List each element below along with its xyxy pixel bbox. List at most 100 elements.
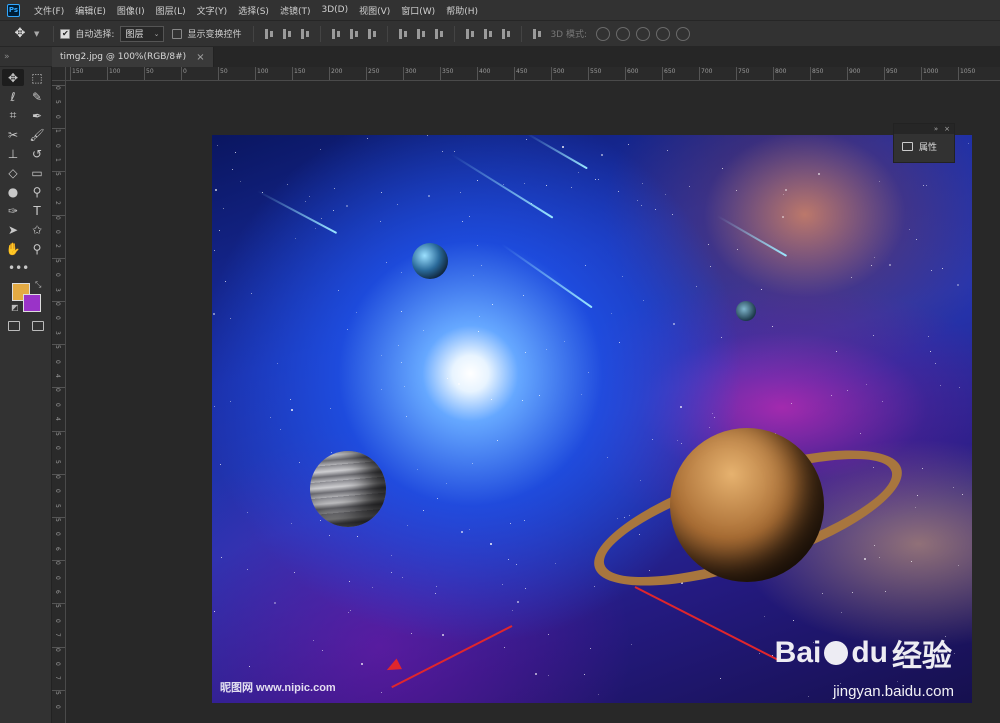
document-tab[interactable]: timg2.jpg @ 100%(RGB/8#) × bbox=[52, 47, 214, 67]
star bbox=[841, 612, 842, 613]
align-top-icon[interactable] bbox=[262, 27, 276, 41]
eyedropper-tool-icon[interactable]: ✒ bbox=[26, 107, 48, 124]
distribute-hcenter-icon[interactable] bbox=[481, 27, 495, 41]
menu-select[interactable]: 选择(S) bbox=[238, 4, 269, 17]
move-tool-preset-icon[interactable]: ✥ bbox=[6, 26, 34, 41]
dodge-tool-icon[interactable]: ⚲ bbox=[26, 183, 48, 200]
star bbox=[535, 673, 537, 675]
menu-window[interactable]: 窗口(W) bbox=[401, 4, 435, 17]
healing-tool-icon[interactable]: ✂ bbox=[2, 126, 24, 143]
ruler-label: 3 bbox=[54, 287, 61, 292]
menu-filter[interactable]: 滤镜(T) bbox=[280, 4, 311, 17]
ruler-label: 1050 bbox=[960, 68, 976, 75]
star bbox=[882, 401, 883, 402]
align-left-icon[interactable] bbox=[329, 27, 343, 41]
auto-align-icon[interactable] bbox=[530, 27, 544, 41]
distribute-left-icon[interactable] bbox=[463, 27, 477, 41]
star bbox=[681, 443, 682, 444]
scale-3d-icon[interactable] bbox=[676, 26, 691, 41]
background-color-swatch[interactable] bbox=[23, 294, 41, 312]
vertical-ruler[interactable]: 0 5 0 1 0 1 5 0 2 0 0 2 5 0 3 0 0 3 5 0 4 0 0 4 5 0 5 0 0 5 5 0 6 0 0 6 5 0 7 0… bbox=[52, 81, 66, 723]
star bbox=[598, 694, 599, 695]
ruler-label: 400 bbox=[479, 68, 491, 75]
horizontal-ruler[interactable]: 150 100 50 0 50 100 150 200 250 300 350 400 450 500 55… bbox=[66, 67, 1000, 81]
divider bbox=[387, 25, 389, 42]
ruler-origin[interactable] bbox=[52, 67, 66, 81]
move-tool-icon[interactable]: ✥ bbox=[2, 69, 24, 86]
eraser-tool-icon[interactable]: ◇ bbox=[2, 164, 24, 181]
type-tool-icon[interactable]: T bbox=[26, 202, 48, 219]
marquee-tool-icon[interactable]: ⬚ bbox=[26, 69, 48, 86]
align-bottom-icon[interactable] bbox=[298, 27, 312, 41]
star bbox=[462, 221, 463, 222]
distribute-top-icon[interactable] bbox=[396, 27, 410, 41]
ruler-label: 2 bbox=[54, 201, 61, 206]
path-select-tool-icon[interactable]: ➤ bbox=[2, 221, 24, 238]
close-icon[interactable]: × bbox=[196, 52, 204, 63]
roll-3d-icon[interactable] bbox=[616, 26, 631, 41]
meteor-streak bbox=[450, 153, 554, 219]
star bbox=[346, 205, 348, 207]
history-brush-tool-icon[interactable]: ↺ bbox=[26, 145, 48, 162]
star bbox=[247, 512, 248, 513]
default-colors-icon[interactable]: ◩ bbox=[11, 303, 19, 312]
shape-tool-icon[interactable]: ✩ bbox=[26, 221, 48, 238]
star bbox=[492, 304, 493, 305]
star bbox=[643, 300, 644, 301]
screen-mode-icon[interactable] bbox=[32, 321, 44, 331]
distribute-vcenter-icon[interactable] bbox=[414, 27, 428, 41]
align-hcenter-icon[interactable] bbox=[347, 27, 361, 41]
close-icon[interactable]: × bbox=[944, 125, 950, 133]
menu-edit[interactable]: 编辑(E) bbox=[75, 4, 106, 17]
show-transform-checkbox[interactable] bbox=[172, 28, 183, 39]
ruler-tick bbox=[403, 67, 404, 80]
swap-colors-icon[interactable]: ⤡ bbox=[35, 280, 41, 290]
align-vcenter-icon[interactable] bbox=[280, 27, 294, 41]
pen-tool-icon[interactable]: ✑ bbox=[2, 202, 24, 219]
quick-select-tool-icon[interactable]: ✎ bbox=[26, 88, 48, 105]
document-workspace[interactable]: 昵图网 www.nipic.com Bai du 经验 jingyan.baid… bbox=[66, 81, 1000, 723]
menu-type[interactable]: 文字(Y) bbox=[197, 4, 228, 17]
collapse-icon[interactable]: » bbox=[934, 125, 938, 133]
drag-3d-icon[interactable] bbox=[636, 26, 651, 41]
auto-select-target-dropdown[interactable]: 图层 ⌄ bbox=[120, 25, 165, 42]
blur-tool-icon[interactable]: ● bbox=[2, 183, 24, 200]
distribute-bottom-icon[interactable] bbox=[432, 27, 446, 41]
orbit-3d-icon[interactable] bbox=[596, 26, 611, 41]
menu-help[interactable]: 帮助(H) bbox=[446, 4, 478, 17]
edit-toolbar-icon[interactable]: ••• bbox=[8, 261, 51, 275]
properties-tab[interactable]: 属性 bbox=[894, 134, 954, 153]
menu-3d[interactable]: 3D(D) bbox=[321, 5, 348, 15]
menu-layer[interactable]: 图层(L) bbox=[156, 4, 186, 17]
ruler-label: 0 bbox=[54, 532, 61, 537]
auto-select-checkbox[interactable]: ✔ bbox=[60, 28, 71, 39]
star bbox=[291, 523, 292, 524]
star bbox=[922, 468, 923, 469]
crop-tool-icon[interactable]: ⌗ bbox=[2, 107, 24, 124]
toolbar-grip-icon[interactable]: » bbox=[0, 47, 52, 67]
star bbox=[406, 416, 407, 417]
quick-mask-icon[interactable] bbox=[8, 321, 20, 331]
mode-3d-label: 3D 模式: bbox=[550, 30, 588, 40]
menu-view[interactable]: 视图(V) bbox=[359, 4, 390, 17]
hand-tool-icon[interactable]: ✋ bbox=[2, 240, 24, 257]
gradient-tool-icon[interactable]: ▭ bbox=[26, 164, 48, 181]
ruler-label: 850 bbox=[812, 68, 824, 75]
star bbox=[522, 400, 523, 401]
distribute-right-icon[interactable] bbox=[499, 27, 513, 41]
chevron-down-icon[interactable]: ▼ bbox=[34, 30, 39, 38]
star bbox=[594, 586, 595, 587]
menu-image[interactable]: 图像(I) bbox=[117, 4, 145, 17]
star bbox=[555, 563, 556, 564]
lasso-tool-icon[interactable]: ℓ bbox=[2, 88, 24, 105]
image-canvas[interactable]: 昵图网 www.nipic.com Bai du 经验 jingyan.baid… bbox=[212, 135, 972, 703]
zoom-tool-icon[interactable]: ⚲ bbox=[26, 240, 48, 257]
stamp-tool-icon[interactable]: ⊥ bbox=[2, 145, 24, 162]
star bbox=[357, 536, 358, 537]
slide-3d-icon[interactable] bbox=[656, 26, 671, 41]
align-right-icon[interactable] bbox=[365, 27, 379, 41]
star bbox=[447, 378, 448, 379]
menu-file[interactable]: 文件(F) bbox=[34, 4, 64, 17]
star bbox=[524, 183, 525, 184]
brush-tool-icon[interactable]: 🖌 bbox=[26, 126, 48, 143]
